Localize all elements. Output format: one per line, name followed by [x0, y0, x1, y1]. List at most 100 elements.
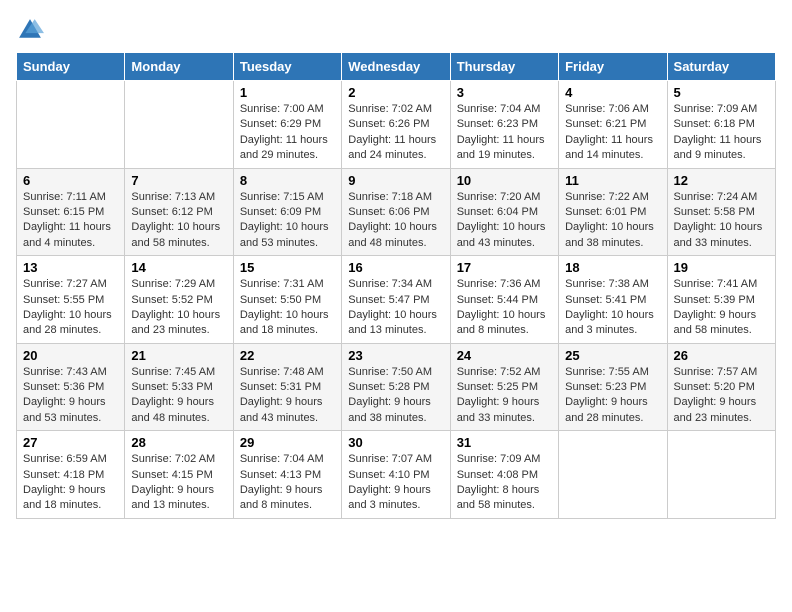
day-cell: 2 Sunrise: 7:02 AMSunset: 6:26 PMDaylight… — [342, 81, 450, 169]
day-info: Sunrise: 7:41 AMSunset: 5:39 PMDaylight:… — [674, 277, 769, 339]
day-number: 5 — [674, 85, 769, 100]
day-info: Sunrise: 7:29 AMSunset: 5:52 PMDaylight:… — [131, 277, 226, 339]
day-number: 11 — [565, 173, 660, 188]
day-cell: 9Sunrise: 7:18 AMSunset: 6:06 PMDaylight… — [342, 168, 450, 256]
day-number: 13 — [23, 260, 118, 275]
day-cell: 6 Sunrise: 7:11 AMSunset: 6:15 PMDaylight… — [17, 168, 125, 256]
day-cell — [17, 81, 125, 169]
day-number: 17 — [457, 260, 552, 275]
day-cell: 23 Sunrise: 7:50 AMSunset: 5:28 PMDayligh… — [342, 343, 450, 431]
day-number: 29 — [240, 435, 335, 450]
day-cell: 28 Sunrise: 7:02 AMSunset: 4:15 PMDayligh… — [125, 431, 233, 519]
day-cell: 16 Sunrise: 7:34 AMSunset: 5:47 PMDayligh… — [342, 256, 450, 344]
day-info: Sunrise: 7:15 AMSunset: 6:09 PMDaylight:… — [240, 190, 335, 252]
day-number: 3 — [457, 85, 552, 100]
day-cell: 8 Sunrise: 7:15 AMSunset: 6:09 PMDaylight… — [233, 168, 341, 256]
day-number: 2 — [348, 85, 443, 100]
week-row-1: 1 Sunrise: 7:00 AMSunset: 6:29 PMDaylight… — [17, 81, 776, 169]
day-info: Sunrise: 7:34 AMSunset: 5:47 PMDaylight:… — [348, 277, 443, 339]
col-header-friday: Friday — [559, 53, 667, 81]
day-number: 6 — [23, 173, 118, 188]
day-cell: 10 Sunrise: 7:20 AMSunset: 6:04 PMDayligh… — [450, 168, 558, 256]
day-number: 16 — [348, 260, 443, 275]
day-info: Sunrise: 7:45 AMSunset: 5:33 PMDaylight:… — [131, 365, 226, 427]
week-row-3: 13 Sunrise: 7:27 AMSunset: 5:55 PMDayligh… — [17, 256, 776, 344]
day-info: Sunrise: 7:36 AMSunset: 5:44 PMDaylight:… — [457, 277, 552, 339]
day-cell: 27 Sunrise: 6:59 AMSunset: 4:18 PMDayligh… — [17, 431, 125, 519]
day-info: Sunrise: 7:02 AMSunset: 6:26 PMDaylight:… — [348, 102, 443, 164]
day-cell: 7 Sunrise: 7:13 AMSunset: 6:12 PMDaylight… — [125, 168, 233, 256]
day-cell: 24 Sunrise: 7:52 AMSunset: 5:25 PMDayligh… — [450, 343, 558, 431]
day-info: Sunrise: 7:55 AMSunset: 5:23 PMDaylight:… — [565, 365, 660, 427]
day-cell: 21 Sunrise: 7:45 AMSunset: 5:33 PMDayligh… — [125, 343, 233, 431]
day-number: 28 — [131, 435, 226, 450]
logo-icon — [16, 16, 44, 44]
day-number: 31 — [457, 435, 552, 450]
day-cell: 1 Sunrise: 7:00 AMSunset: 6:29 PMDaylight… — [233, 81, 341, 169]
day-cell: 11 Sunrise: 7:22 AMSunset: 6:01 PMDayligh… — [559, 168, 667, 256]
day-info: Sunrise: 7:43 AMSunset: 5:36 PMDaylight:… — [23, 365, 118, 427]
day-info: Sunrise: 7:18 AMSunset: 6:06 PMDaylight:… — [348, 190, 443, 252]
day-number: 20 — [23, 348, 118, 363]
day-info: Sunrise: 7:02 AMSunset: 4:15 PMDaylight:… — [131, 452, 226, 514]
day-cell — [667, 431, 775, 519]
day-number: 27 — [23, 435, 118, 450]
day-number: 12 — [674, 173, 769, 188]
day-cell: 29 Sunrise: 7:04 AMSunset: 4:13 PMDayligh… — [233, 431, 341, 519]
day-number: 30 — [348, 435, 443, 450]
day-cell: 31 Sunrise: 7:09 AMSunset: 4:08 PMDayligh… — [450, 431, 558, 519]
col-header-monday: Monday — [125, 53, 233, 81]
day-info: Sunrise: 7:13 AMSunset: 6:12 PMDaylight:… — [131, 190, 226, 252]
day-number: 22 — [240, 348, 335, 363]
day-cell: 13 Sunrise: 7:27 AMSunset: 5:55 PMDayligh… — [17, 256, 125, 344]
day-cell: 12 Sunrise: 7:24 AMSunset: 5:58 PMDayligh… — [667, 168, 775, 256]
day-info: Sunrise: 7:09 AMSunset: 6:18 PMDaylight:… — [674, 102, 769, 164]
day-number: 10 — [457, 173, 552, 188]
day-number: 19 — [674, 260, 769, 275]
col-header-sunday: Sunday — [17, 53, 125, 81]
day-info: Sunrise: 7:07 AMSunset: 4:10 PMDaylight:… — [348, 452, 443, 514]
day-cell: 20 Sunrise: 7:43 AMSunset: 5:36 PMDayligh… — [17, 343, 125, 431]
day-cell: 14Sunrise: 7:29 AMSunset: 5:52 PMDayligh… — [125, 256, 233, 344]
col-header-thursday: Thursday — [450, 53, 558, 81]
day-number: 18 — [565, 260, 660, 275]
day-info: Sunrise: 7:24 AMSunset: 5:58 PMDaylight:… — [674, 190, 769, 252]
day-cell: 25 Sunrise: 7:55 AMSunset: 5:23 PMDayligh… — [559, 343, 667, 431]
day-number: 1 — [240, 85, 335, 100]
day-info: Sunrise: 7:27 AMSunset: 5:55 PMDaylight:… — [23, 277, 118, 339]
day-cell: 26Sunrise: 7:57 AMSunset: 5:20 PMDayligh… — [667, 343, 775, 431]
page-header — [16, 16, 776, 44]
week-row-2: 6 Sunrise: 7:11 AMSunset: 6:15 PMDaylight… — [17, 168, 776, 256]
day-number: 4 — [565, 85, 660, 100]
day-number: 21 — [131, 348, 226, 363]
day-info: Sunrise: 7:38 AMSunset: 5:41 PMDaylight:… — [565, 277, 660, 339]
day-info: Sunrise: 7:09 AMSunset: 4:08 PMDaylight:… — [457, 452, 552, 514]
day-info: Sunrise: 7:52 AMSunset: 5:25 PMDaylight:… — [457, 365, 552, 427]
day-info: Sunrise: 7:50 AMSunset: 5:28 PMDaylight:… — [348, 365, 443, 427]
day-cell: 30 Sunrise: 7:07 AMSunset: 4:10 PMDayligh… — [342, 431, 450, 519]
day-info: Sunrise: 7:06 AMSunset: 6:21 PMDaylight:… — [565, 102, 660, 164]
day-info: Sunrise: 7:00 AMSunset: 6:29 PMDaylight:… — [240, 102, 335, 164]
day-number: 24 — [457, 348, 552, 363]
day-info: Sunrise: 7:31 AMSunset: 5:50 PMDaylight:… — [240, 277, 335, 339]
calendar-table: SundayMondayTuesdayWednesdayThursdayFrid… — [16, 52, 776, 519]
col-header-wednesday: Wednesday — [342, 53, 450, 81]
day-info: Sunrise: 7:22 AMSunset: 6:01 PMDaylight:… — [565, 190, 660, 252]
day-cell: 4 Sunrise: 7:06 AMSunset: 6:21 PMDaylight… — [559, 81, 667, 169]
day-number: 8 — [240, 173, 335, 188]
day-info: Sunrise: 7:20 AMSunset: 6:04 PMDaylight:… — [457, 190, 552, 252]
day-number: 7 — [131, 173, 226, 188]
col-header-saturday: Saturday — [667, 53, 775, 81]
day-number: 23 — [348, 348, 443, 363]
col-header-tuesday: Tuesday — [233, 53, 341, 81]
day-info: Sunrise: 7:11 AMSunset: 6:15 PMDaylight:… — [23, 190, 118, 252]
day-cell: 19 Sunrise: 7:41 AMSunset: 5:39 PMDayligh… — [667, 256, 775, 344]
day-info: Sunrise: 7:04 AMSunset: 4:13 PMDaylight:… — [240, 452, 335, 514]
day-info: Sunrise: 6:59 AMSunset: 4:18 PMDaylight:… — [23, 452, 118, 514]
day-cell: 5 Sunrise: 7:09 AMSunset: 6:18 PMDaylight… — [667, 81, 775, 169]
week-row-4: 20 Sunrise: 7:43 AMSunset: 5:36 PMDayligh… — [17, 343, 776, 431]
day-cell: 17 Sunrise: 7:36 AMSunset: 5:44 PMDayligh… — [450, 256, 558, 344]
day-number: 25 — [565, 348, 660, 363]
day-cell — [559, 431, 667, 519]
day-info: Sunrise: 7:57 AMSunset: 5:20 PMDaylight:… — [674, 365, 769, 427]
